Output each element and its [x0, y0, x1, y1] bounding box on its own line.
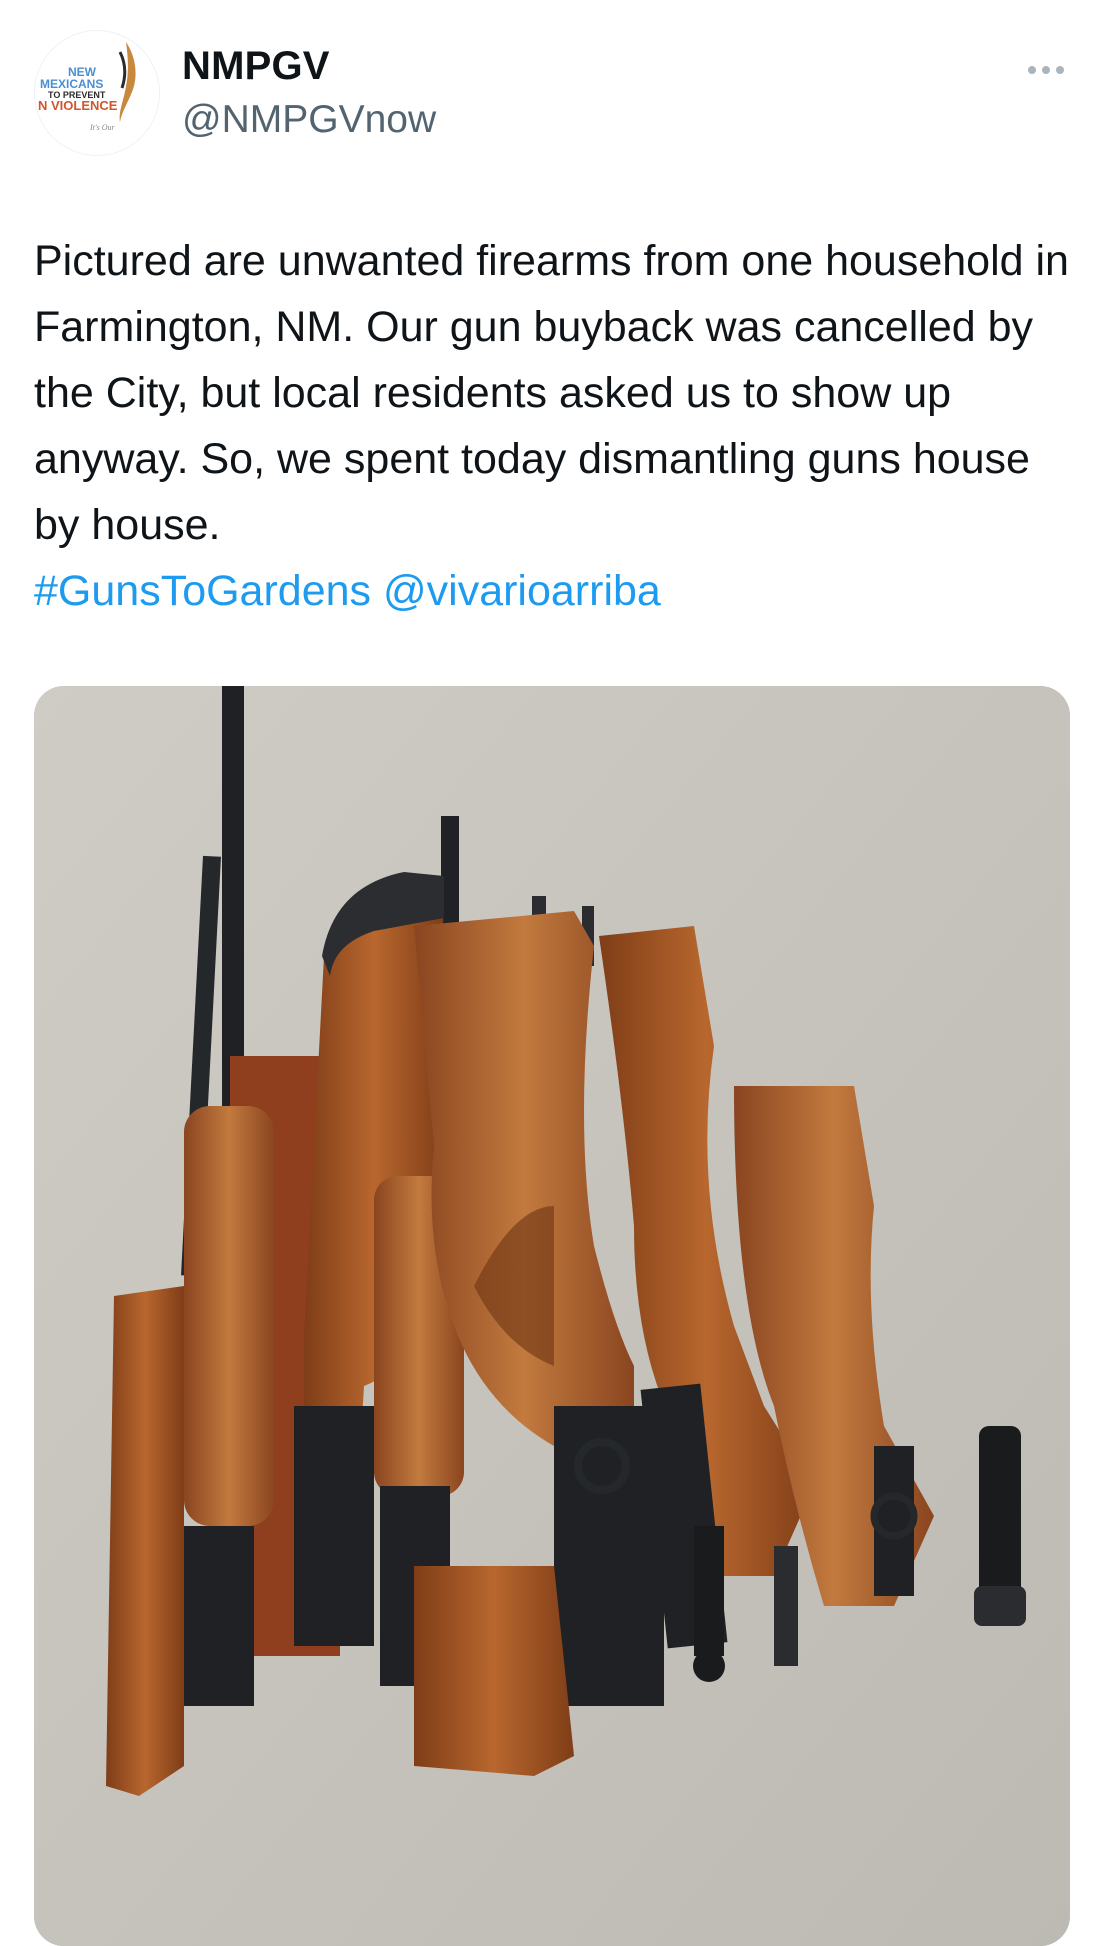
more-options-icon[interactable] [1016, 52, 1076, 88]
mention-link[interactable]: @vivarioarriba [383, 567, 661, 615]
tweet-header: NEW MEXICANS TO PREVENT N VIOLENCE It's … [0, 0, 1103, 190]
dot [1028, 66, 1036, 74]
dot [1056, 66, 1064, 74]
tweet-text: Pictured are unwanted firearms from one … [34, 228, 1084, 624]
hashtag-link[interactable]: #GunsToGardens [34, 567, 371, 615]
nmpgv-logo-icon: NEW MEXICANS TO PREVENT N VIOLENCE It's … [35, 31, 159, 155]
tweet-photo[interactable] [34, 686, 1070, 1946]
user-handle[interactable]: @NMPGVnow [182, 98, 436, 142]
firearms-photo-illustration [34, 686, 1070, 1946]
logo-line-2: MEXICANS [40, 77, 103, 91]
display-name[interactable]: NMPGV [182, 44, 330, 89]
dot [1042, 66, 1050, 74]
logo-line-5: It's Our [89, 123, 115, 132]
tweet-body: Pictured are unwanted firearms from one … [34, 237, 1069, 549]
avatar[interactable]: NEW MEXICANS TO PREVENT N VIOLENCE It's … [34, 30, 160, 156]
logo-line-4: N VIOLENCE [38, 98, 118, 113]
